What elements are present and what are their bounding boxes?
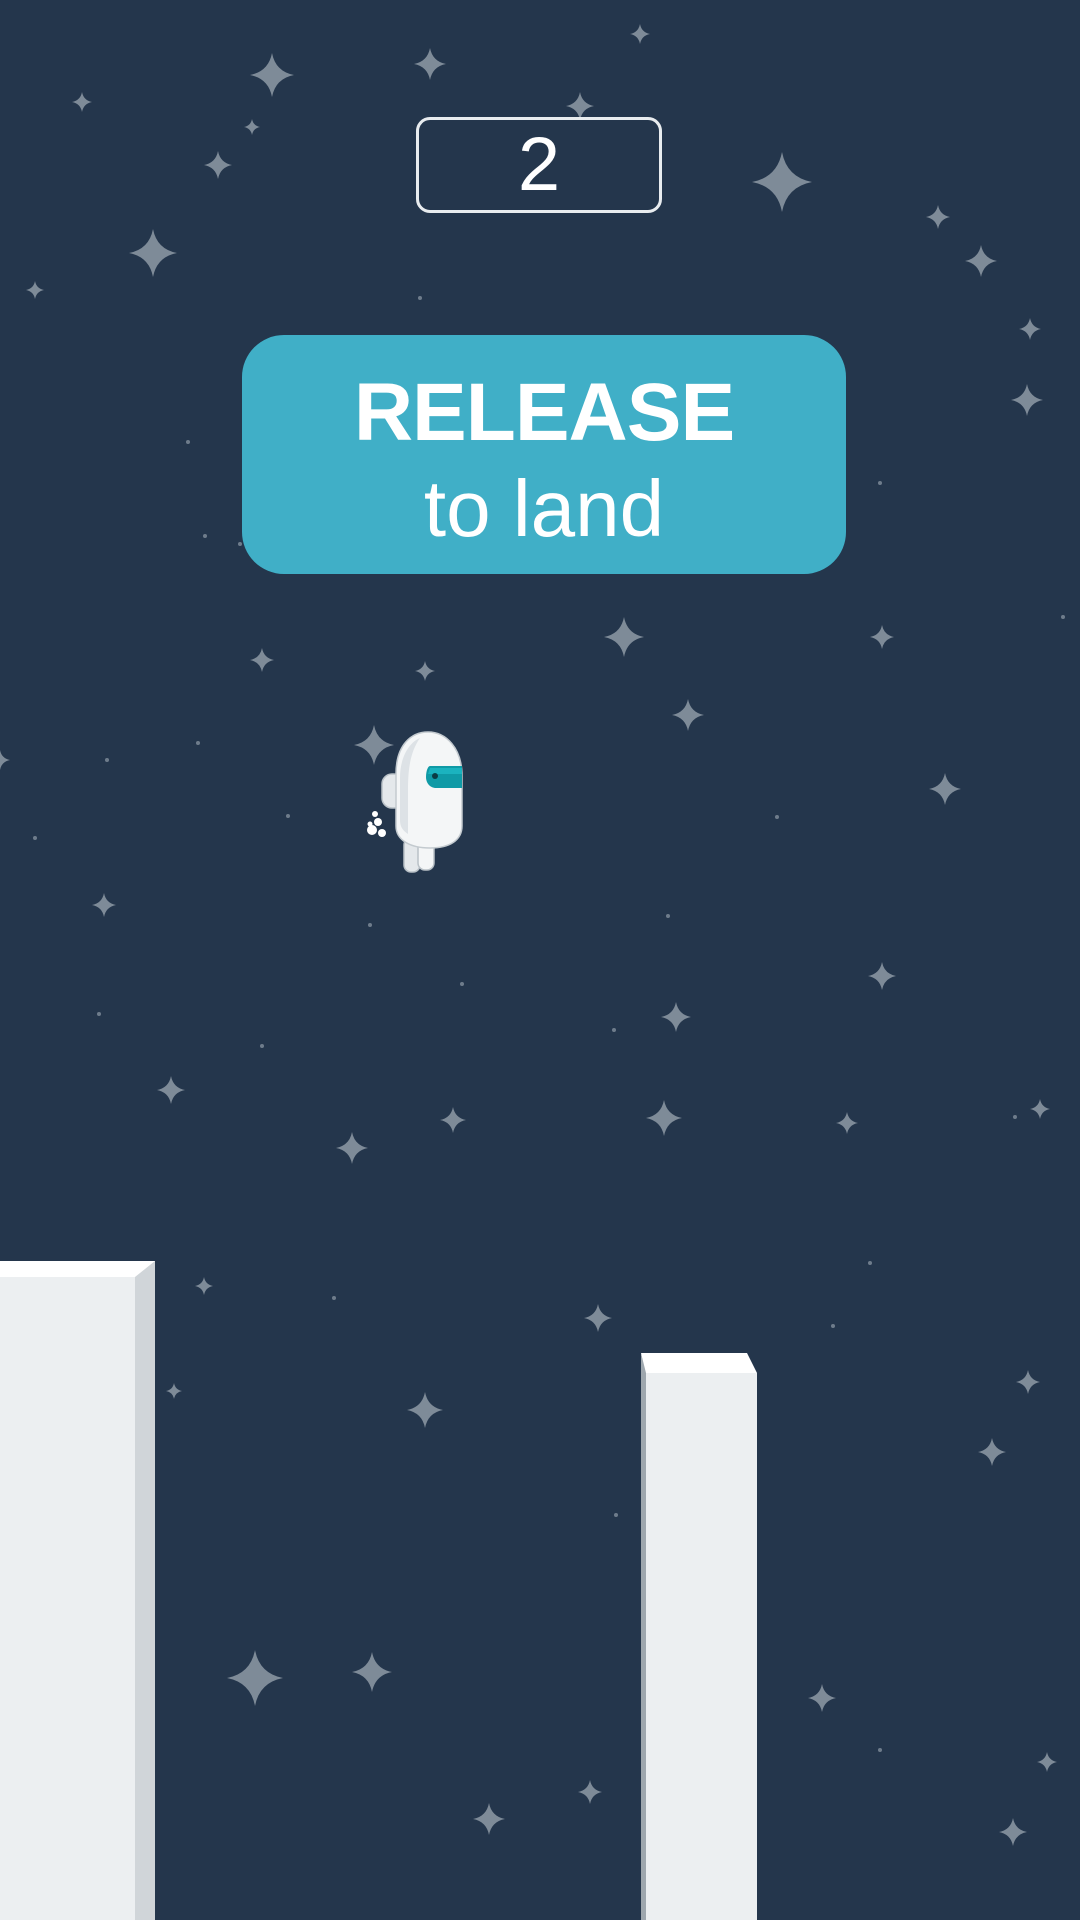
- star-icon: [250, 648, 274, 672]
- astronaut-eye: [432, 773, 438, 779]
- star-dot: [1013, 1115, 1017, 1119]
- star-icon: [407, 1392, 443, 1428]
- star-icon: [227, 1650, 283, 1706]
- star-dot: [97, 1012, 101, 1016]
- star-dot: [666, 914, 670, 918]
- star-dot: [332, 1296, 336, 1300]
- star-icon: [250, 53, 294, 97]
- star-icon: [661, 1002, 691, 1032]
- star-icon: [578, 1780, 602, 1804]
- star-icon: [0, 750, 10, 770]
- star-icon: [630, 24, 650, 44]
- jetpack-exhaust: [367, 811, 386, 837]
- star-icon: [1019, 318, 1041, 340]
- star-icon: [157, 1076, 185, 1104]
- star-icon: [72, 92, 92, 112]
- star-dot: [105, 758, 109, 762]
- star-icon: [414, 48, 446, 80]
- star-dot: [196, 741, 200, 745]
- star-icon: [999, 1818, 1027, 1846]
- star-icon: [836, 1112, 858, 1134]
- star-icon: [868, 962, 896, 990]
- star-dot: [614, 1513, 618, 1517]
- banner-subtitle: to land: [423, 464, 665, 553]
- star-icon: [440, 1107, 466, 1133]
- star-icon: [870, 625, 894, 649]
- star-icon: [129, 229, 177, 277]
- star-dot: [612, 1028, 616, 1032]
- score-counter: 2: [416, 117, 662, 213]
- star-dot: [368, 923, 372, 927]
- star-dot: [878, 481, 882, 485]
- star-icon: [415, 661, 435, 681]
- pillar-right: [641, 1353, 757, 1920]
- astronaut-character: [367, 731, 463, 873]
- star-dot: [775, 815, 779, 819]
- star-icon: [646, 1100, 682, 1136]
- star-icon: [473, 1803, 505, 1835]
- star-icon: [26, 281, 44, 299]
- star-dot: [868, 1261, 872, 1265]
- star-icon: [926, 205, 950, 229]
- star-icon: [929, 773, 961, 805]
- star-dot: [460, 982, 464, 986]
- banner-title: RELEASE: [353, 367, 735, 458]
- star-icon: [808, 1684, 836, 1712]
- star-dot: [831, 1324, 835, 1328]
- star-icon: [166, 1383, 182, 1399]
- star-icon: [92, 893, 116, 917]
- star-dot: [260, 1044, 264, 1048]
- star-icon: [1016, 1370, 1040, 1394]
- pillar-left: [0, 1261, 155, 1920]
- star-icon: [672, 699, 704, 731]
- star-dot: [286, 814, 290, 818]
- starfield-background: [0, 24, 1065, 1846]
- star-icon: [1037, 1752, 1057, 1772]
- star-icon: [195, 1277, 213, 1295]
- star-dot: [203, 534, 207, 538]
- star-dot: [33, 836, 37, 840]
- star-icon: [244, 119, 260, 135]
- star-icon: [965, 245, 997, 277]
- star-icon: [336, 1132, 368, 1164]
- star-dot: [186, 440, 190, 444]
- star-icon: [352, 1652, 392, 1692]
- star-icon: [204, 151, 232, 179]
- star-dot: [418, 296, 422, 300]
- star-icon: [1011, 384, 1043, 416]
- star-icon: [752, 152, 812, 212]
- star-icon: [978, 1438, 1006, 1466]
- star-dot: [1061, 615, 1065, 619]
- release-to-land-banner: RELEASE to land: [242, 335, 846, 574]
- star-icon: [584, 1304, 612, 1332]
- star-icon: [604, 617, 644, 657]
- star-icon: [1030, 1099, 1050, 1119]
- star-icon: [566, 92, 594, 120]
- score-value: 2: [517, 122, 561, 207]
- star-dot: [878, 1748, 882, 1752]
